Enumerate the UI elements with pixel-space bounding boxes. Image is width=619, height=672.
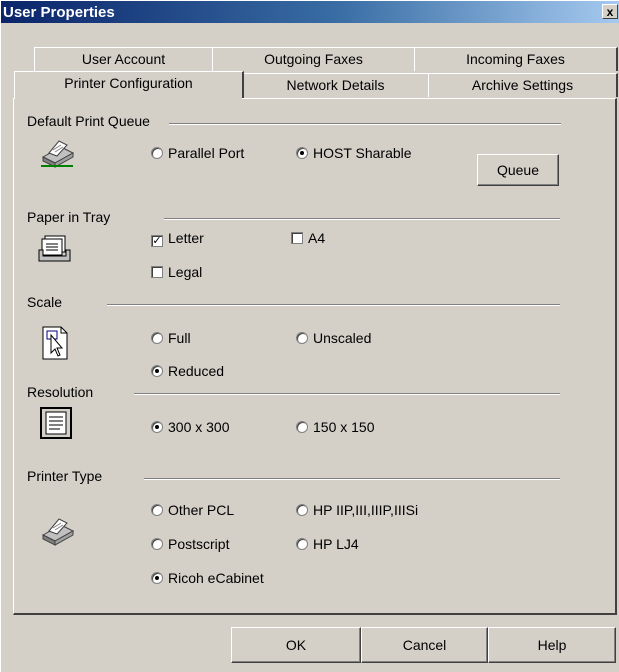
paper-tray-icon xyxy=(38,235,71,262)
radio-300x300-label: 300 x 300 xyxy=(168,419,230,435)
radio-reduced-label: Reduced xyxy=(168,363,225,379)
tab-user-account[interactable]: User Account xyxy=(34,47,214,71)
radio-ricoh-ecabinet[interactable]: Ricoh eCabinet xyxy=(151,570,264,586)
scale-cursor-icon xyxy=(42,326,68,360)
separator xyxy=(169,123,561,125)
checkbox-letter-label: Letter xyxy=(168,230,204,246)
printer-icon xyxy=(41,140,75,168)
tab-archive-settings[interactable]: Archive Settings xyxy=(428,73,618,97)
radio-full[interactable]: Full xyxy=(151,330,191,346)
title-bar: User Properties x xyxy=(1,1,619,23)
close-button[interactable]: x xyxy=(602,4,618,19)
checkbox-legal-label: Legal xyxy=(168,264,203,280)
printer-icon xyxy=(41,518,75,546)
radio-unscaled-label: Unscaled xyxy=(313,330,372,346)
group-label-printer-type: Printer Type xyxy=(27,468,103,484)
tab-incoming-faxes[interactable]: Incoming Faxes xyxy=(414,47,618,71)
separator xyxy=(134,393,560,395)
window-title: User Properties xyxy=(3,4,115,21)
document-icon xyxy=(40,407,72,439)
tab-panel-printer-configuration: Default Print Queue Parallel Port HOST S… xyxy=(13,98,617,615)
checkbox-legal[interactable]: Legal xyxy=(151,264,202,280)
radio-indicator-selected xyxy=(151,365,163,377)
group-label-resolution: Resolution xyxy=(27,384,94,400)
radio-indicator xyxy=(296,421,308,433)
radio-300x300[interactable]: 300 x 300 xyxy=(151,419,230,435)
user-properties-dialog: User Properties x User Account Outgoing … xyxy=(0,0,619,672)
tab-printer-configuration[interactable]: Printer Configuration xyxy=(14,71,244,98)
active-tab-joint xyxy=(15,97,242,100)
tab-outgoing-faxes[interactable]: Outgoing Faxes xyxy=(212,47,416,71)
radio-indicator xyxy=(296,538,308,550)
group-label-paper-in-tray: Paper in Tray xyxy=(27,209,111,225)
separator xyxy=(164,218,560,220)
radio-indicator xyxy=(296,332,308,344)
radio-hp-iip-label: HP IIP,III,IIIP,IIISi xyxy=(313,502,419,518)
radio-hp-iip[interactable]: HP IIP,III,IIIP,IIISi xyxy=(296,502,418,518)
radio-indicator xyxy=(296,504,308,516)
radio-indicator-selected xyxy=(151,421,163,433)
radio-reduced[interactable]: Reduced xyxy=(151,363,224,379)
radio-indicator xyxy=(151,504,163,516)
radio-parallel-port-label: Parallel Port xyxy=(168,145,245,161)
radio-postscript[interactable]: Postscript xyxy=(151,536,229,552)
radio-other-pcl[interactable]: Other PCL xyxy=(151,502,234,518)
radio-host-sharable-label: HOST Sharable xyxy=(313,145,412,161)
radio-indicator xyxy=(151,332,163,344)
radio-indicator xyxy=(151,147,163,159)
radio-postscript-label: Postscript xyxy=(168,536,230,552)
ok-button[interactable]: OK xyxy=(231,627,361,663)
tab-network-details[interactable]: Network Details xyxy=(242,73,430,97)
radio-indicator xyxy=(151,538,163,550)
help-button[interactable]: Help xyxy=(488,627,616,663)
radio-hp-lj4-label: HP LJ4 xyxy=(313,536,359,552)
radio-indicator-selected xyxy=(151,572,163,584)
separator xyxy=(107,304,560,306)
radio-150x150-label: 150 x 150 xyxy=(313,419,375,435)
checkbox-letter[interactable]: ✓ Letter xyxy=(151,230,204,247)
radio-host-sharable[interactable]: HOST Sharable xyxy=(296,145,412,161)
radio-other-pcl-label: Other PCL xyxy=(168,502,235,518)
cancel-button[interactable]: Cancel xyxy=(361,627,488,663)
queue-button[interactable]: Queue xyxy=(477,154,559,186)
radio-hp-lj4[interactable]: HP LJ4 xyxy=(296,536,359,552)
radio-parallel-port[interactable]: Parallel Port xyxy=(151,145,244,161)
checkbox-indicator-checked: ✓ xyxy=(151,235,163,247)
checkbox-indicator xyxy=(151,266,163,278)
radio-indicator-selected xyxy=(296,147,308,159)
radio-150x150[interactable]: 150 x 150 xyxy=(296,419,375,435)
checkbox-indicator xyxy=(291,232,303,244)
group-label-default-print-queue: Default Print Queue xyxy=(27,113,150,129)
radio-full-label: Full xyxy=(168,330,191,346)
radio-unscaled[interactable]: Unscaled xyxy=(296,330,371,346)
checkbox-a4-label: A4 xyxy=(308,230,326,246)
group-label-scale: Scale xyxy=(27,294,63,310)
separator xyxy=(144,478,560,480)
radio-ricoh-ecabinet-label: Ricoh eCabinet xyxy=(168,570,264,586)
checkbox-a4[interactable]: A4 xyxy=(291,230,325,246)
